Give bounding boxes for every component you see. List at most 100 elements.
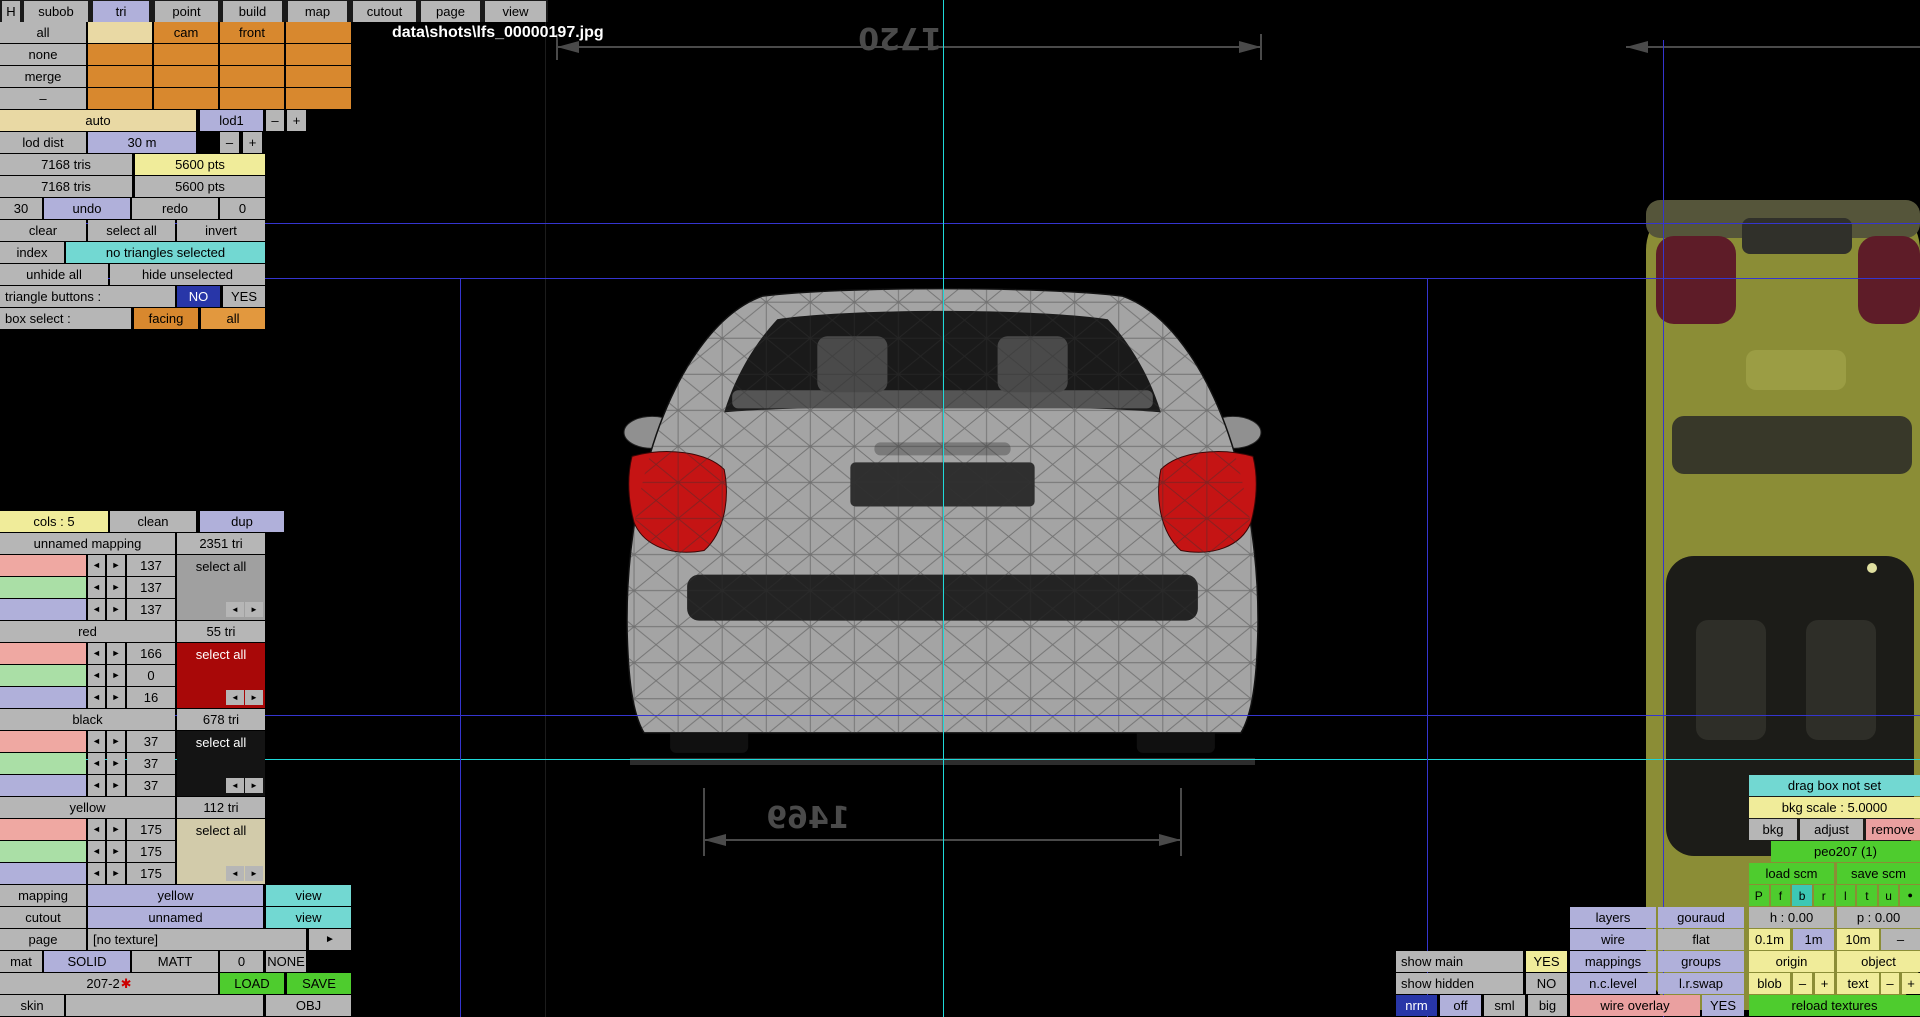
groups-button[interactable]: groups xyxy=(1658,951,1744,972)
grid-minus-button[interactable]: – xyxy=(1881,929,1920,950)
view-axis-button-l[interactable]: l xyxy=(1835,885,1856,906)
grid-cell[interactable] xyxy=(88,88,152,109)
view-axis-button-t[interactable]: t xyxy=(1857,885,1877,906)
group-select-all-block[interactable]: select all ◄ ► xyxy=(177,555,265,620)
color-swatch[interactable] xyxy=(0,819,86,840)
lod-minus-button[interactable]: – xyxy=(266,110,284,131)
color-swatch[interactable] xyxy=(0,753,86,774)
view-axis-button-u[interactable]: u xyxy=(1878,885,1899,906)
lod-dist-value[interactable]: 30 m xyxy=(88,132,196,153)
obj-button[interactable]: OBJ xyxy=(266,995,351,1016)
group-select-all-block[interactable]: select all ◄ ► xyxy=(177,819,265,884)
step-next-button[interactable]: ► xyxy=(107,687,125,708)
nrm-sml-button[interactable]: sml xyxy=(1484,995,1525,1016)
show-hidden-toggle[interactable]: NO xyxy=(1526,973,1567,994)
lod-dist-plus-button[interactable]: + xyxy=(243,132,262,153)
step-next-button[interactable]: ► xyxy=(107,665,125,686)
view-axis-button-p[interactable]: P xyxy=(1749,885,1769,906)
color-swatch[interactable] xyxy=(0,841,86,862)
grid-cell[interactable] xyxy=(286,44,351,65)
block-prev-button[interactable]: ◄ xyxy=(226,602,244,617)
lr-swap-button[interactable]: l.r.swap xyxy=(1658,973,1744,994)
grid-cell-selected[interactable] xyxy=(88,22,152,43)
step-next-button[interactable]: ► xyxy=(107,819,125,840)
blob-minus-button[interactable]: – xyxy=(1793,973,1812,994)
color-swatch[interactable] xyxy=(0,687,86,708)
model-name-field[interactable]: 207-2 ✱ xyxy=(0,973,218,994)
load-scm-button[interactable]: load scm xyxy=(1749,863,1834,884)
mapping-current-value[interactable]: yellow xyxy=(88,885,263,906)
object-button[interactable]: object xyxy=(1837,951,1920,972)
step-prev-button[interactable]: ◄ xyxy=(88,599,105,620)
mapping-view-button[interactable]: view xyxy=(266,885,351,906)
grid-cell[interactable] xyxy=(220,66,284,87)
mapping-group-name[interactable]: yellow xyxy=(0,797,175,818)
none-button[interactable]: none xyxy=(0,44,86,65)
step-prev-button[interactable]: ◄ xyxy=(88,753,105,774)
menu-item-map[interactable]: map xyxy=(288,1,347,22)
grid-cell[interactable] xyxy=(88,66,152,87)
viewport[interactable]: 1720 1469 H subob tri point build map cu… xyxy=(0,0,1920,1017)
block-next-button[interactable]: ► xyxy=(245,602,263,617)
triangle-buttons-yes[interactable]: YES xyxy=(223,286,265,307)
step-prev-button[interactable]: ◄ xyxy=(88,665,105,686)
cam-button[interactable]: cam xyxy=(154,22,218,43)
step-prev-button[interactable]: ◄ xyxy=(88,863,105,884)
block-next-button[interactable]: ► xyxy=(245,778,263,793)
text-button[interactable]: text xyxy=(1837,973,1879,994)
color-swatch[interactable] xyxy=(0,599,86,620)
clear-button[interactable]: clear xyxy=(0,220,86,241)
step-next-button[interactable]: ► xyxy=(107,753,125,774)
color-swatch[interactable] xyxy=(0,643,86,664)
color-swatch[interactable] xyxy=(0,731,86,752)
skin-button[interactable]: skin xyxy=(0,995,64,1016)
save-scm-button[interactable]: save scm xyxy=(1837,863,1920,884)
step-prev-button[interactable]: ◄ xyxy=(88,643,105,664)
gouraud-button[interactable]: gouraud xyxy=(1658,907,1744,928)
lod-dist-minus-button[interactable]: – xyxy=(220,132,239,153)
page-texture-value[interactable]: [no texture] xyxy=(88,929,306,950)
color-swatch[interactable] xyxy=(0,555,86,576)
save-button[interactable]: SAVE xyxy=(287,973,351,994)
menu-item-tri[interactable]: tri xyxy=(93,1,149,22)
menu-item-subob[interactable]: subob xyxy=(24,1,88,22)
select-all-button[interactable]: select all xyxy=(88,220,175,241)
block-prev-button[interactable]: ◄ xyxy=(226,866,244,881)
block-next-button[interactable]: ► xyxy=(245,690,263,705)
nrm-big-button[interactable]: big xyxy=(1528,995,1567,1016)
redo-button[interactable]: redo xyxy=(132,198,218,219)
nrm-off-button[interactable]: off xyxy=(1440,995,1481,1016)
skin-name-field[interactable] xyxy=(66,995,263,1016)
reload-textures-button[interactable]: reload textures xyxy=(1749,995,1920,1016)
dup-button[interactable]: dup xyxy=(200,511,284,532)
auto-button[interactable]: auto xyxy=(0,110,196,131)
hide-unselected-button[interactable]: hide unselected xyxy=(110,264,265,285)
grid-cell[interactable] xyxy=(286,88,351,109)
step-prev-button[interactable]: ◄ xyxy=(88,577,105,598)
lod-button[interactable]: lod1 xyxy=(200,110,263,131)
step-prev-button[interactable]: ◄ xyxy=(88,555,105,576)
cutout-view-button[interactable]: view xyxy=(266,907,351,928)
grid-cell[interactable] xyxy=(220,88,284,109)
grid-cell[interactable] xyxy=(154,88,218,109)
step-next-button[interactable]: ► xyxy=(107,577,125,598)
cols-button[interactable]: cols : 5 xyxy=(0,511,108,532)
box-select-all-button[interactable]: all xyxy=(201,308,265,329)
all-button[interactable]: all xyxy=(0,22,86,43)
unhide-all-button[interactable]: unhide all xyxy=(0,264,108,285)
bkg-adjust-button[interactable]: adjust xyxy=(1800,819,1863,840)
step-next-button[interactable]: ► xyxy=(107,775,125,796)
mat-matt-button[interactable]: MATT xyxy=(132,951,218,972)
grid-cell[interactable] xyxy=(220,44,284,65)
step-prev-button[interactable]: ◄ xyxy=(88,819,105,840)
step-next-button[interactable]: ► xyxy=(107,731,125,752)
box-select-facing-button[interactable]: facing xyxy=(134,308,198,329)
dash-button[interactable]: – xyxy=(0,88,86,109)
block-prev-button[interactable]: ◄ xyxy=(226,778,244,793)
wire-overlay-toggle[interactable]: YES xyxy=(1702,995,1744,1016)
view-axis-button-f[interactable]: f xyxy=(1770,885,1791,906)
group-select-all-block[interactable]: select all ◄ ► xyxy=(177,643,265,708)
step-next-button[interactable]: ► xyxy=(107,643,125,664)
cutout-current-value[interactable]: unnamed xyxy=(88,907,263,928)
step-next-button[interactable]: ► xyxy=(107,863,125,884)
